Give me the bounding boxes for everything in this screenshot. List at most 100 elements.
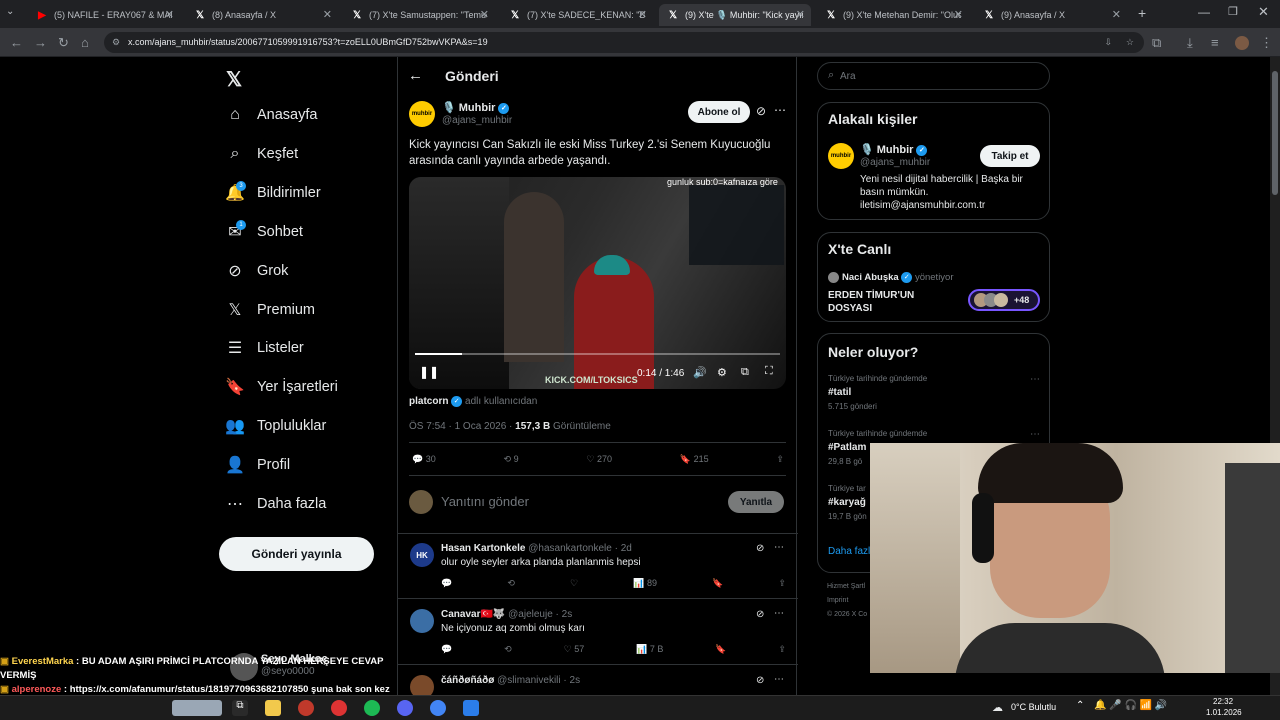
- reply-name[interactable]: Canavar🇹🇷🐺: [441, 609, 505, 620]
- downloads-icon[interactable]: ⤓: [1187, 35, 1193, 51]
- app-icon[interactable]: [463, 700, 479, 716]
- settings-icon[interactable]: ⚙: [717, 366, 727, 379]
- bookmark-icon[interactable]: 🔖: [715, 644, 726, 655]
- trend-item[interactable]: Türkiye tarihinde gündemde #tatil 5.715 gö…: [828, 374, 1040, 411]
- tray-chevron-icon[interactable]: ⌃: [1076, 700, 1084, 711]
- close-tab-icon[interactable]: ✕: [480, 8, 489, 21]
- tab-4[interactable]: 𝕏 (9) X'te 🎙️ Muhbir: "Kick yayınc...✕: [659, 4, 811, 26]
- reply-action[interactable]: 💬 30: [412, 454, 436, 465]
- views-action[interactable]: 📊 7 B: [636, 644, 663, 655]
- tab-5[interactable]: 𝕏 (9) X'te Metehan Demir: "Olucu...✕: [817, 4, 969, 26]
- live-space-title[interactable]: ERDEN TİMUR'UN DOSYASI: [828, 289, 938, 315]
- reply-handle[interactable]: @hasankartonkele · 2d: [528, 543, 632, 554]
- site-info-icon[interactable]: ⚙: [112, 32, 120, 53]
- grok-icon[interactable]: ⊘: [756, 543, 764, 554]
- reply-item[interactable]: Canavar🇹🇷🐺 @ajeleuje · 2s ⊘ ⋯ Ne içiyonuz a…: [398, 599, 798, 665]
- post-author[interactable]: 🎙️ Muhbir ✓: [442, 101, 510, 114]
- tab-0[interactable]: ▶ (5) NAFILE - ERAY067 & MANS...✕: [28, 4, 180, 26]
- address-bar[interactable]: ⚙ x.com/ajans_muhbir/status/200677105999…: [104, 32, 1144, 53]
- more-options-icon[interactable]: ⋯: [774, 674, 784, 685]
- nav-item-5[interactable]: 𝕏 Premium: [225, 300, 315, 320]
- clock-time[interactable]: 22:32: [1213, 697, 1233, 706]
- menu-kebab-icon[interactable]: ⋮: [1260, 35, 1273, 51]
- obs-icon[interactable]: [331, 700, 347, 716]
- nav-item-10[interactable]: ⋯ Daha fazla: [225, 494, 326, 514]
- reply-input[interactable]: Yanıtını gönder: [441, 494, 529, 509]
- install-app-icon[interactable]: ⇩: [1104, 32, 1112, 53]
- tab-6[interactable]: 𝕏 (9) Anasayfa / X ✕: [975, 4, 1127, 26]
- views-action[interactable]: 📊 89: [633, 578, 657, 589]
- reply-name[interactable]: čáñðøñáðø: [441, 675, 494, 686]
- reply-handle[interactable]: @ajeleuje · 2s: [508, 609, 572, 620]
- more-options-icon[interactable]: ⋯: [774, 103, 786, 117]
- close-tab-icon[interactable]: ✕: [165, 8, 174, 21]
- back-arrow-icon[interactable]: ←: [408, 67, 423, 84]
- close-tab-icon[interactable]: ✕: [796, 8, 805, 21]
- nav-item-1[interactable]: ⌕ Keşfet: [225, 144, 299, 164]
- nav-item-0[interactable]: ⌂ Anasayfa: [225, 105, 317, 125]
- scrollbar-thumb[interactable]: [1272, 71, 1278, 195]
- share-icon[interactable]: ⇪: [778, 578, 786, 589]
- close-tab-icon[interactable]: ✕: [638, 8, 647, 21]
- clock-date[interactable]: 1.01.2026: [1206, 708, 1242, 717]
- bookmark-icon[interactable]: 🔖: [712, 578, 723, 589]
- like-action[interactable]: ♡ 270: [586, 454, 612, 465]
- more-options-icon[interactable]: ⋯: [1030, 429, 1040, 440]
- author-avatar[interactable]: muhbir: [409, 101, 435, 127]
- repost-icon[interactable]: ⟲: [507, 578, 515, 589]
- post-time[interactable]: ÖS 7:54 · 1 Oca 2026 ·: [409, 421, 515, 432]
- avatar[interactable]: [410, 675, 434, 695]
- tray-icons[interactable]: 🔔 🎤 🎧 📶 🔊: [1094, 700, 1167, 711]
- follow-button[interactable]: Takip et: [980, 145, 1040, 167]
- footer-imprint[interactable]: Imprint: [827, 594, 867, 608]
- nav-item-4[interactable]: ⊘ Grok: [225, 261, 288, 281]
- close-tab-icon[interactable]: ✕: [1112, 8, 1121, 21]
- tab-1[interactable]: 𝕏 (8) Anasayfa / X ✕: [186, 4, 338, 26]
- like-action[interactable]: ♡ 57: [564, 644, 585, 655]
- video-progress-track[interactable]: [415, 353, 780, 355]
- reply-handle[interactable]: @slimanivekili · 2s: [497, 675, 580, 686]
- avatar[interactable]: HK: [410, 543, 434, 567]
- tab-2[interactable]: 𝕏 (7) X'te Samustappen: "Temuda...✕: [343, 4, 495, 26]
- discord-icon[interactable]: [397, 700, 413, 716]
- home-browser-icon[interactable]: ⌂: [81, 35, 89, 50]
- share-icon[interactable]: ⇪: [776, 454, 784, 465]
- pause-icon[interactable]: ❚❚: [419, 365, 439, 379]
- close-window-icon[interactable]: ✕: [1258, 4, 1269, 20]
- share-icon[interactable]: ⇪: [778, 644, 786, 655]
- close-tab-icon[interactable]: ✕: [954, 8, 963, 21]
- reply-button[interactable]: Yanıtla: [728, 491, 784, 513]
- live-host[interactable]: Naci Abuşka ✓ yönetiyor: [842, 272, 954, 283]
- forward-icon[interactable]: →: [34, 35, 47, 50]
- nav-item-7[interactable]: 🔖 Yer İşaretleri: [225, 377, 338, 397]
- post-button[interactable]: Gönderi yayınla: [219, 537, 374, 571]
- volume-icon[interactable]: 🔊: [693, 366, 707, 379]
- reply-item[interactable]: HK Hasan Kartonkele @hasankartonkele · 2d…: [398, 533, 798, 599]
- close-tab-icon[interactable]: ✕: [323, 8, 332, 21]
- bookmark-action[interactable]: 🔖 215: [680, 454, 709, 465]
- grok-icon[interactable]: ⊘: [756, 104, 766, 118]
- tab-3[interactable]: 𝕏 (7) X'te SADECE_KENAN: "Deli...✕: [501, 4, 653, 26]
- chrome-icon[interactable]: [430, 700, 446, 716]
- x-logo-icon[interactable]: 𝕏: [226, 67, 242, 92]
- fullscreen-icon[interactable]: ⛶: [765, 365, 773, 378]
- subscribe-button[interactable]: Abone ol: [688, 101, 750, 123]
- profile-avatar[interactable]: [1235, 36, 1249, 50]
- reply-name[interactable]: Hasan Kartonkele: [441, 543, 525, 554]
- nav-item-6[interactable]: ☰ Listeler: [225, 338, 304, 358]
- related-name[interactable]: 🎙️ Muhbir ✓: [860, 143, 928, 156]
- post-handle[interactable]: @ajans_muhbir: [442, 115, 512, 126]
- restore-icon[interactable]: ❐: [1228, 5, 1238, 18]
- grok-icon[interactable]: ⊘: [756, 609, 764, 620]
- reply-item[interactable]: čáñðøñáðø @slimanivekili · 2s⊘⋯💬⟲♡ 📊 🔖⇪: [398, 665, 798, 695]
- reply-icon[interactable]: 💬: [441, 578, 452, 589]
- reply-icon[interactable]: 💬: [441, 644, 452, 655]
- minimize-icon[interactable]: —: [1198, 5, 1210, 19]
- app-icon[interactable]: [298, 700, 314, 716]
- avatar[interactable]: [410, 609, 434, 633]
- pip-icon[interactable]: ⧉: [741, 366, 749, 379]
- grok-icon[interactable]: ⊘: [756, 675, 764, 686]
- widget-thumbnail[interactable]: [172, 700, 222, 716]
- back-icon[interactable]: ←: [10, 35, 23, 50]
- search-input[interactable]: ⌕ Ara: [817, 62, 1050, 90]
